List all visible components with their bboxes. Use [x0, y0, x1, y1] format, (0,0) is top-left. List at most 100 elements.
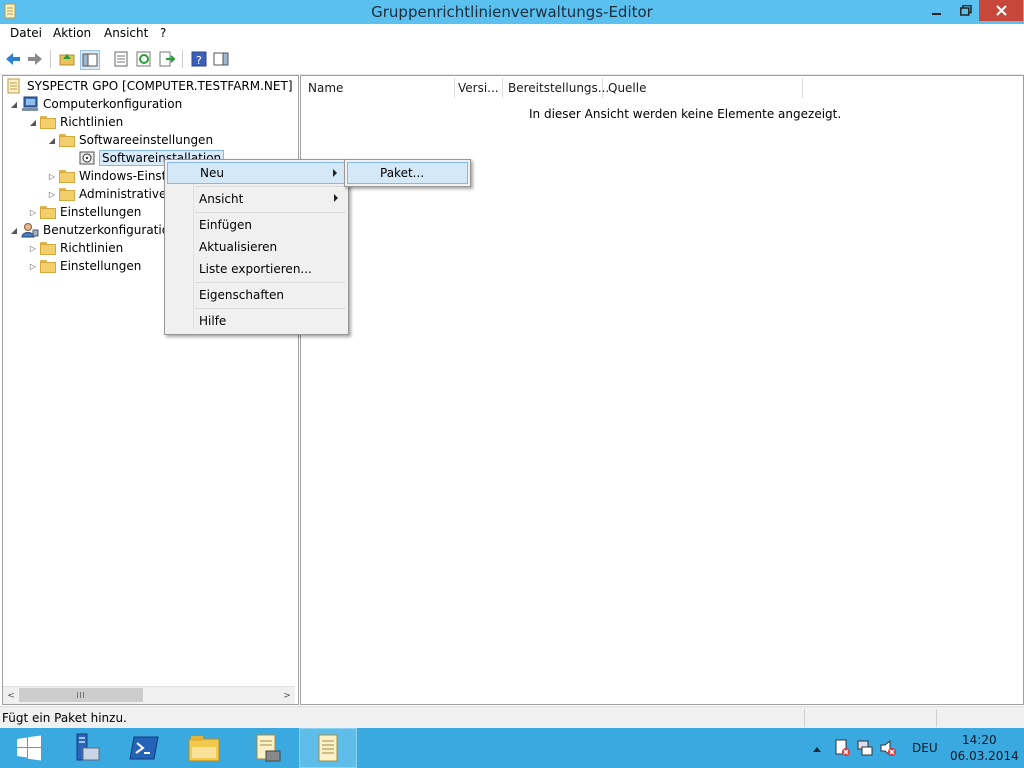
powershell-button[interactable] [115, 728, 173, 768]
powershell-icon [129, 736, 159, 760]
column-header-version[interactable]: Versi... [453, 78, 503, 98]
tree-item-einstellungen[interactable]: ▷ Einstellungen [26, 203, 141, 221]
server-manager-button[interactable] [55, 728, 113, 768]
expand-triangle-icon[interactable]: ▷ [45, 187, 59, 201]
tree-item-user-einstellungen[interactable]: ▷ Einstellungen [26, 257, 141, 275]
scroll-right-icon[interactable]: > [280, 688, 294, 703]
tree-item-user-richtlinien[interactable]: ▷ Richtlinien [26, 239, 123, 257]
chevron-up-icon [813, 747, 821, 752]
scroll-left-icon[interactable]: < [4, 688, 18, 703]
folder-icon [59, 169, 75, 183]
scroll-thumb[interactable] [19, 688, 143, 702]
tree-item-richtlinien[interactable]: ◢ Richtlinien [26, 113, 123, 131]
menu-item-ansicht[interactable]: Ansicht [167, 188, 346, 210]
refresh-icon[interactable] [135, 50, 153, 68]
title-bar: Gruppenrichtlinienverwaltungs-Editor [0, 0, 1024, 24]
tree-item-windows-einstellungen[interactable]: ▷ Windows-Einste [45, 167, 174, 185]
server-manager-icon [76, 733, 100, 761]
submenu: Paket... [344, 159, 471, 187]
folder-icon [40, 241, 56, 255]
forward-arrow-icon[interactable] [26, 50, 44, 68]
column-header-bereitstellung[interactable]: Bereitstellungs... [503, 78, 609, 98]
file-explorer-icon [188, 736, 220, 762]
menu-item-label: Neu [200, 166, 224, 180]
tree-item-softwareeinstellungen[interactable]: ◢ Softwareeinstellungen [45, 131, 213, 149]
show-hidden-icons-button[interactable] [812, 742, 822, 756]
tree-label: Richtlinien [60, 115, 124, 129]
folder-icon [40, 115, 56, 129]
volume-muted-icon[interactable] [879, 739, 897, 760]
expand-triangle-icon[interactable]: ▷ [26, 205, 40, 219]
menu-ansicht[interactable]: Ansicht [104, 26, 148, 40]
submenu-item-paket[interactable]: Paket... [347, 162, 468, 184]
window-title: Gruppenrichtlinienverwaltungs-Editor [371, 3, 653, 21]
explorer-button[interactable] [175, 728, 233, 768]
expand-triangle-icon[interactable]: ▷ [45, 169, 59, 183]
column-header-quelle[interactable]: Quelle [603, 78, 803, 98]
folder-icon [59, 133, 75, 147]
gpo-document-icon [7, 78, 21, 94]
collapse-triangle-icon[interactable]: ◢ [26, 115, 40, 129]
menu-item-eigenschaften[interactable]: Eigenschaften [167, 284, 346, 306]
tree-label: Richtlinien [60, 241, 124, 255]
context-menu: Neu Ansicht Einfügen Aktualisieren Liste… [164, 159, 349, 335]
group-policy-management-icon [256, 734, 281, 762]
gpme-taskbar-button[interactable] [299, 728, 357, 768]
export-list-icon[interactable] [158, 50, 176, 68]
computer-icon [21, 96, 39, 112]
help-icon[interactable]: ? [190, 50, 208, 68]
status-bar: Fügt ein Paket hinzu. [0, 706, 1024, 729]
properties-icon[interactable] [112, 50, 130, 68]
menu-item-aktualisieren[interactable]: Aktualisieren [167, 236, 346, 258]
user-icon [21, 222, 39, 238]
folder-icon [40, 205, 56, 219]
menu-datei[interactable]: Datei [10, 26, 42, 40]
tree-label: Administrative [79, 187, 167, 201]
tree-label: Softwareeinstellungen [79, 133, 214, 147]
tree-label: Computerkonfiguration [43, 97, 183, 111]
back-arrow-icon[interactable] [4, 50, 22, 68]
taskbar: DEU 14:20 06.03.2014 [0, 728, 1024, 768]
menu-item-neu[interactable]: Neu [167, 162, 346, 184]
clock-date[interactable]: 06.03.2014 [950, 749, 1019, 763]
collapse-triangle-icon[interactable]: ◢ [7, 223, 21, 237]
tree-root-label: SYSPECTR GPO [COMPUTER.TESTFARM.NET] [27, 79, 293, 93]
svg-text:?: ? [196, 54, 202, 67]
menu-item-liste-exportieren[interactable]: Liste exportieren... [167, 258, 346, 280]
menu-item-hilfe[interactable]: Hilfe [167, 310, 346, 332]
empty-list-message: In dieser Ansicht werden keine Elemente … [529, 107, 842, 121]
tree-label: Einstellungen [60, 205, 142, 219]
windows-logo-icon [17, 735, 41, 761]
start-button[interactable] [0, 728, 58, 768]
show-hide-action-pane-icon[interactable] [212, 50, 230, 68]
menu-help[interactable]: ? [160, 26, 166, 40]
collapse-triangle-icon[interactable]: ◢ [45, 133, 59, 147]
software-installation-icon [79, 150, 95, 166]
menu-item-einfuegen[interactable]: Einfügen [167, 214, 346, 236]
tree-item-benutzerkonfiguration[interactable]: ◢ Benutzerkonfiguration [7, 221, 177, 239]
toolbar: ? [0, 44, 1024, 75]
horizontal-scrollbar[interactable]: < > [3, 686, 295, 704]
column-header-name[interactable]: Name [303, 78, 455, 98]
language-indicator[interactable]: DEU [912, 741, 938, 755]
tree-label: Einstellungen [60, 259, 142, 273]
tree-item-computerkonfiguration[interactable]: ◢ Computerkonfiguration [7, 95, 182, 113]
clock-time[interactable]: 14:20 [962, 733, 997, 747]
gpm-taskbar-button[interactable] [238, 728, 296, 768]
submenu-arrow-icon [334, 194, 338, 202]
show-hide-tree-icon[interactable] [80, 50, 100, 70]
expand-triangle-icon[interactable]: ▷ [26, 241, 40, 255]
menu-item-label: Ansicht [199, 192, 244, 206]
folder-icon [40, 259, 56, 273]
menu-aktion[interactable]: Aktion [53, 26, 91, 40]
network-icon[interactable] [856, 739, 874, 760]
up-folder-icon[interactable] [58, 50, 76, 68]
tree-root[interactable]: SYSPECTR GPO [COMPUTER.TESTFARM.NET] [7, 77, 293, 95]
expand-triangle-icon[interactable]: ▷ [26, 259, 40, 273]
tree-item-administrative[interactable]: ▷ Administrative [45, 185, 166, 203]
submenu-arrow-icon [333, 169, 337, 177]
action-center-icon[interactable] [833, 739, 851, 760]
tree-label: Windows-Einste [79, 169, 174, 183]
collapse-triangle-icon[interactable]: ◢ [7, 97, 21, 111]
close-button[interactable] [979, 0, 1023, 21]
